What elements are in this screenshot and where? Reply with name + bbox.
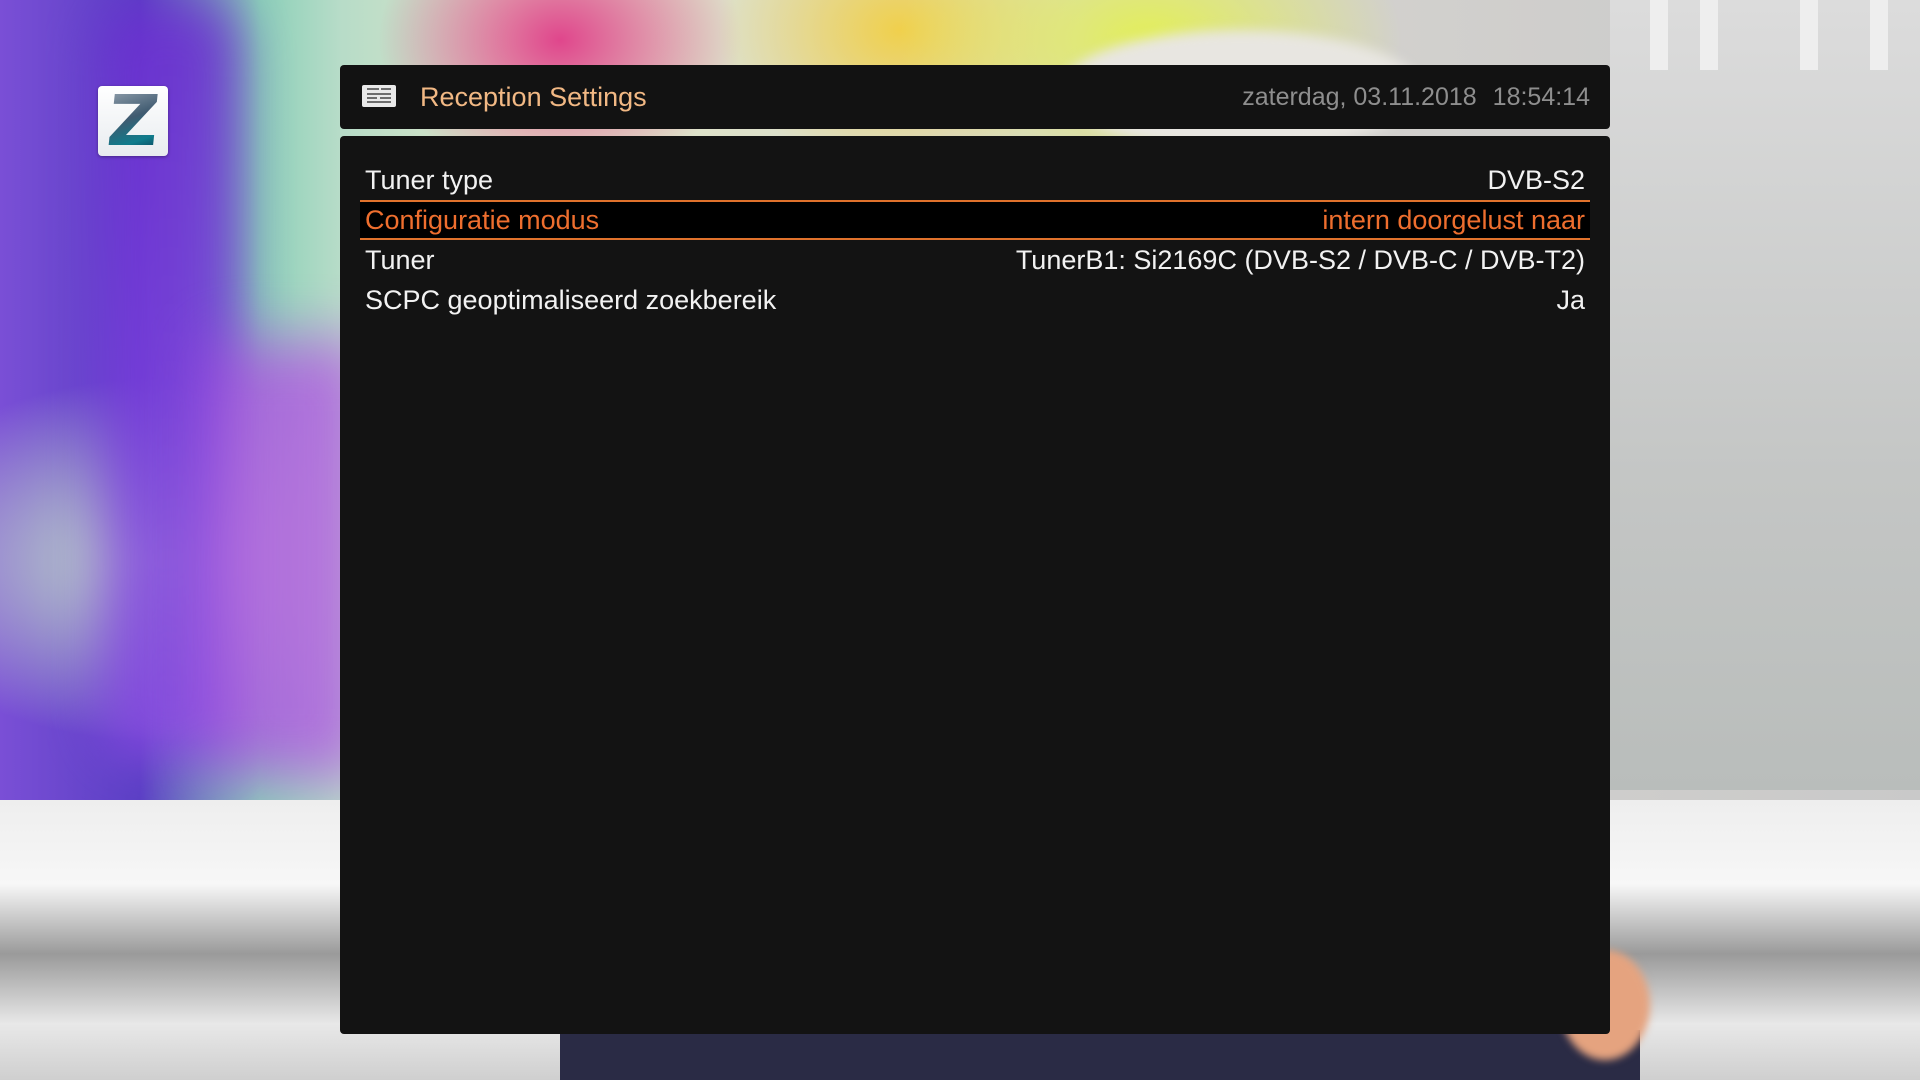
- setting-row-scpc[interactable]: SCPC geoptimaliseerd zoekbereik Ja: [360, 280, 1590, 320]
- setting-label: Tuner: [365, 245, 435, 275]
- clock: zaterdag, 03.11.2018 18:54:14: [1242, 65, 1590, 129]
- time-text: 18:54:14: [1492, 83, 1590, 111]
- title-bar: Reception Settings zaterdag, 03.11.2018 1…: [340, 65, 1610, 129]
- page-title: Reception Settings: [420, 82, 647, 112]
- channel-logo-letter: Z: [103, 86, 163, 156]
- setting-label: Configuratie modus: [365, 205, 600, 235]
- document-icon: [362, 85, 396, 107]
- setting-value: Ja: [1556, 285, 1585, 315]
- settings-list: Tuner type DVB-S2 Configuratie modus int…: [360, 160, 1590, 320]
- setting-label: SCPC geoptimaliseerd zoekbereik: [365, 285, 777, 315]
- setting-label: Tuner type: [365, 165, 494, 195]
- settings-panel: Tuner type DVB-S2 Configuratie modus int…: [340, 136, 1610, 1034]
- setting-value: intern doorgelust naar: [1322, 205, 1585, 235]
- setting-row-tuner[interactable]: Tuner TunerB1: Si2169C (DVB-S2 / DVB-C /…: [360, 240, 1590, 280]
- setting-row-tuner-type[interactable]: Tuner type DVB-S2: [360, 160, 1590, 200]
- date-text: zaterdag, 03.11.2018: [1242, 83, 1477, 111]
- setting-value: DVB-S2: [1487, 165, 1585, 195]
- setting-row-configuratie-modus[interactable]: Configuratie modus intern doorgelust naa…: [360, 200, 1590, 240]
- setting-value: TunerB1: Si2169C (DVB-S2 / DVB-C / DVB-T…: [1015, 245, 1585, 275]
- channel-logo: Z: [98, 86, 168, 156]
